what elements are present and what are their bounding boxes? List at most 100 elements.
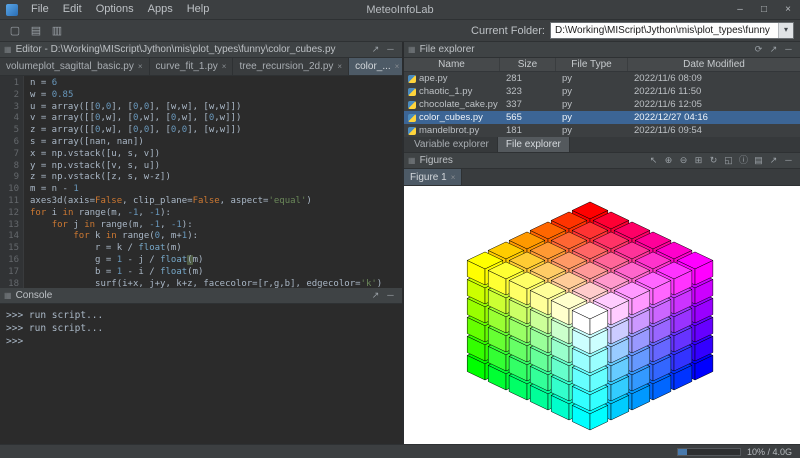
- column-header-name[interactable]: Name: [404, 58, 500, 71]
- code-line: y = np.vstack([v, s, u]): [30, 161, 402, 173]
- figures-panel-title: Figures: [420, 155, 453, 166]
- tab-label: tree_recursion_2d.py: [239, 61, 333, 72]
- window-title: MeteoInfoLab: [200, 0, 600, 20]
- code-line: b = 1 - i / float(m): [30, 267, 402, 279]
- tab-close-icon[interactable]: ×: [138, 62, 143, 71]
- menu-help[interactable]: Help: [180, 0, 217, 19]
- open-file-icon[interactable]: ▤: [27, 23, 45, 39]
- maximize-window-button[interactable]: □: [752, 0, 776, 19]
- close-window-button[interactable]: ×: [776, 0, 800, 19]
- table-row[interactable]: color_cubes.py565py2022/12/27 04:16: [404, 111, 800, 124]
- file-date-modified: 2022/12/27 04:16: [628, 111, 800, 124]
- editor-tab-1[interactable]: curve_fit_1.py×: [150, 58, 234, 75]
- select-arrow-icon[interactable]: ↖: [646, 153, 661, 168]
- minimize-panel-icon[interactable]: ─: [781, 153, 796, 168]
- file-explorer-panel-title: File explorer: [420, 44, 475, 55]
- rotate-icon[interactable]: ↻: [706, 153, 721, 168]
- table-row[interactable]: ape.py281py2022/11/6 08:09: [404, 72, 800, 85]
- minimize-panel-icon[interactable]: ─: [383, 42, 398, 57]
- table-row[interactable]: mandelbrot.py181py2022/11/6 09:54: [404, 124, 800, 137]
- file-date-modified: 2022/11/6 08:09: [628, 72, 800, 85]
- minimize-window-button[interactable]: –: [728, 0, 752, 19]
- tab-close-icon[interactable]: ×: [337, 62, 342, 71]
- column-header-type[interactable]: File Type: [556, 58, 628, 71]
- table-row[interactable]: chocolate_cake.py337py2022/11/6 12:05: [404, 98, 800, 111]
- line-number: 5: [0, 125, 23, 137]
- new-script-icon[interactable]: ▢: [6, 23, 24, 39]
- tab-close-icon[interactable]: ×: [451, 173, 456, 182]
- refresh-icon[interactable]: ⟳: [751, 42, 766, 57]
- code-line: g = 1 - j / float(m): [30, 255, 402, 267]
- menu-file[interactable]: File: [24, 0, 56, 19]
- file-table-header: NameSizeFile TypeDate Modified: [404, 58, 800, 72]
- file-name: color_cubes.py: [419, 111, 483, 124]
- save-icon[interactable]: ▥: [48, 23, 66, 39]
- pan-icon[interactable]: ⊞: [691, 153, 706, 168]
- editor-tab-2[interactable]: tree_recursion_2d.py ×: [233, 58, 349, 75]
- menu-apps[interactable]: Apps: [141, 0, 180, 19]
- toolbar-icons: ▢▤▥: [6, 23, 66, 39]
- minimize-panel-icon[interactable]: ─: [781, 42, 796, 57]
- minimize-panel-icon[interactable]: ─: [383, 288, 398, 303]
- file-name-cell: ape.py: [404, 72, 500, 85]
- zoom-in-icon[interactable]: ⊕: [661, 153, 676, 168]
- tab-close-icon[interactable]: ×: [222, 62, 227, 71]
- column-header-date[interactable]: Date Modified: [628, 58, 800, 71]
- tab-file-explorer[interactable]: File explorer: [498, 137, 570, 152]
- layers-icon[interactable]: ▤: [751, 153, 766, 168]
- console-line: >>> run script...: [6, 322, 396, 335]
- editor-tab-3[interactable]: color_...×: [349, 58, 402, 75]
- console[interactable]: >>> run script...>>> run script...>>>: [0, 304, 402, 444]
- figure-tabbar: Figure 1 ×: [404, 169, 800, 186]
- file-explorer-panel-header: ▦ File explorer ⟳ ↗ ─: [404, 42, 800, 58]
- file-type: py: [556, 72, 628, 85]
- float-panel-icon[interactable]: ↗: [368, 288, 383, 303]
- console-line: >>> run script...: [6, 309, 396, 322]
- file-date-modified: 2022/11/6 11:50: [628, 85, 800, 98]
- figure-canvas[interactable]: [404, 186, 800, 444]
- file-date-modified: 2022/11/6 12:05: [628, 98, 800, 111]
- code-line: s = array([nan, nan]): [30, 137, 402, 149]
- menubar: FileEditOptionsAppsHelp: [24, 0, 216, 19]
- menu-options[interactable]: Options: [89, 0, 141, 19]
- titlebar: FileEditOptionsAppsHelp MeteoInfoLab – □…: [0, 0, 800, 20]
- full-extent-icon[interactable]: ◱: [721, 153, 736, 168]
- file-date-modified: 2022/11/6 09:54: [628, 124, 800, 137]
- editor-panel-title: Editor - D:\Working\MIScript\Jython\mis\…: [16, 44, 336, 55]
- python-file-icon: [408, 114, 416, 122]
- figure-tab-label: Figure 1: [410, 172, 447, 183]
- python-file-icon: [408, 101, 416, 109]
- float-panel-icon[interactable]: ↗: [766, 42, 781, 57]
- column-header-size[interactable]: Size: [500, 58, 556, 71]
- identify-icon[interactable]: ⓘ: [736, 153, 751, 168]
- table-row[interactable]: chaotic_1.py323py2022/11/6 11:50: [404, 85, 800, 98]
- line-number: 7: [0, 149, 23, 161]
- float-panel-icon[interactable]: ↗: [368, 42, 383, 57]
- menu-edit[interactable]: Edit: [56, 0, 89, 19]
- code-editor[interactable]: 123456789101112131415161718 n = 6w = 0.8…: [0, 76, 402, 288]
- file-size: 565: [500, 111, 556, 124]
- current-folder-combobox[interactable]: D:\Working\MIScript\Jython\mis\plot_type…: [550, 22, 794, 39]
- line-number: 17: [0, 267, 23, 279]
- line-number: 4: [0, 113, 23, 125]
- code-area[interactable]: n = 6w = 0.85u = array([[0,0], [0,0], [w…: [24, 76, 402, 288]
- file-type: py: [556, 85, 628, 98]
- float-panel-icon[interactable]: ↗: [766, 153, 781, 168]
- file-size: 337: [500, 98, 556, 111]
- line-number: 9: [0, 172, 23, 184]
- tab-label: volumeplot_sagittal_basic.py: [6, 61, 134, 72]
- tab-variable-explorer[interactable]: Variable explorer: [406, 137, 498, 152]
- zoom-out-icon[interactable]: ⊖: [676, 153, 691, 168]
- statusbar: 10% / 4.0G: [0, 444, 800, 458]
- panel-grip-icon: ▦: [4, 291, 12, 300]
- editor-tab-0[interactable]: volumeplot_sagittal_basic.py ×: [0, 58, 150, 75]
- figure-tab[interactable]: Figure 1 ×: [404, 169, 462, 185]
- line-number: 3: [0, 102, 23, 114]
- line-number: 11: [0, 196, 23, 208]
- tab-close-icon[interactable]: ×: [395, 62, 400, 71]
- current-folder-value: D:\Working\MIScript\Jython\mis\plot_type…: [551, 25, 778, 36]
- combobox-dropdown-arrow-icon[interactable]: ▾: [778, 23, 793, 38]
- code-line: axes3d(axis=False, clip_plane=False, asp…: [30, 196, 402, 208]
- editor-tabbar: volumeplot_sagittal_basic.py×curve_fit_1…: [0, 58, 402, 76]
- file-name-cell: color_cubes.py: [404, 111, 500, 124]
